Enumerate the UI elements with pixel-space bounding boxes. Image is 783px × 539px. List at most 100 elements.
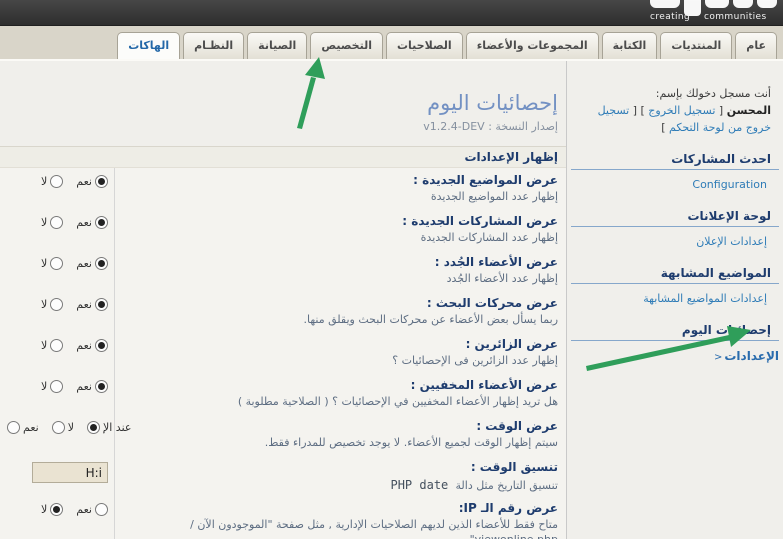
radio-selected-icon[interactable] [95,175,108,188]
setting-text-cell: عرض الأعضاء المخفيين : هل تريد إظهار الأ… [115,373,566,414]
tab-label: الصلاحيات [397,39,452,52]
radio-label: لا [41,503,47,516]
radio-icon[interactable] [50,257,63,270]
radio-option[interactable]: عند الإ [87,421,131,434]
panel-header: إظهار الإعدادات [0,147,566,168]
radio-selected-icon[interactable] [95,298,108,311]
setting-desc: سيتم إظهار الوقت لجميع الأعضاء. لا يوجد … [127,436,558,451]
radio-option[interactable]: نعم [76,175,108,188]
bracket: ] [661,121,665,134]
radio-option[interactable]: نعم [76,339,108,352]
sidebar-section-links: إعدادات الإعلان [567,232,783,250]
sidebar-section-title: احدث المشاركات [571,152,779,170]
setting-row-show-ip: عرض رقم الـ IP: متاح فقط للأعضاء الذين ل… [0,496,566,539]
radio-option[interactable]: لا [41,339,63,352]
bracket: [ [633,104,637,117]
radio-option[interactable]: نعم [76,298,108,311]
setting-desc: إظهار عدد المواضيع الجديدة [127,190,558,205]
setting-text-cell: عرض المشاركات الجديدة : إظهار عدد المشار… [115,209,566,250]
radio-selected-icon[interactable] [50,503,63,516]
radio-option[interactable]: لا [41,503,63,516]
sidebar-section-today-statistics: إحصائيات اليوم الإعدادات< [567,323,783,365]
setting-text-cell: عرض محركات البحث : ربما يسأل بعض الأعضاء… [115,291,566,332]
radio-icon[interactable] [95,503,108,516]
radio-selected-icon[interactable] [95,257,108,270]
logout-link[interactable]: تسجيل الخروج [648,104,715,117]
tab-label: الكتابة [613,39,647,52]
sidebar-item-today-statistics: الإعدادات< [567,346,783,365]
radio-icon[interactable] [7,421,20,434]
radio-option[interactable]: نعم [76,503,108,516]
tab-permissions[interactable]: الصلاحيات [386,32,463,59]
setting-text-cell: عرض الزائرين : إظهار عدد الزائرين فى الإ… [115,332,566,373]
setting-label: عرض المواضيع الجديدة : [127,173,558,187]
setting-label: عرض محركات البحث : [127,296,558,310]
sidebar: أنت مسجل دخولك بإسم: المحسن [ تسجيل الخر… [566,61,783,539]
setting-text-cell: عرض الأعضاء الجُدد : إظهار عدد الأعضاء ا… [115,250,566,291]
radio-icon[interactable] [50,339,63,352]
tab-label: النظـام [194,39,233,52]
setting-control-cell: لا نعم [0,332,115,373]
setting-text-cell: عرض المواضيع الجديدة : إظهار عدد المواضي… [115,168,566,209]
setting-control-cell: لا نعم [0,291,115,332]
link-settings[interactable]: الإعدادات [724,349,779,363]
sidebar-section-links: Configuration [567,175,783,193]
logo-shape [650,0,680,8]
top-bar: creating communities [0,0,783,26]
setting-label: عرض الأعضاء المخفيين : [127,378,558,392]
setting-control-cell: لا نعم [0,168,115,209]
tab-label: المجموعات والأعضاء [477,39,588,52]
radio-selected-icon[interactable] [95,380,108,393]
radio-option[interactable]: لا [41,380,63,393]
logo-shape [757,0,777,8]
setting-label: عرض الزائرين : [127,337,558,351]
setting-desc: تنسيق التاريخ مثل دالة PHP date [127,477,558,494]
link-announcement-settings[interactable]: إعدادات الإعلان [696,235,767,248]
tab-groups-members[interactable]: المجموعات والأعضاء [466,32,599,59]
radio-option[interactable]: نعم [76,216,108,229]
page-title: إحصائيات اليوم [0,91,558,115]
radio-option[interactable]: لا [41,216,63,229]
setting-label: عرض رقم الـ IP: [127,501,558,515]
tab-customization[interactable]: التخصيص [310,32,383,59]
radio-label: لا [41,175,47,188]
radio-icon[interactable] [50,175,63,188]
sidebar-section-similar-topics: المواضيع المشابهة إعدادات المواضيع المشا… [567,266,783,307]
radio-option[interactable]: لا [41,298,63,311]
tab-maintenance[interactable]: الصيانة [247,32,307,59]
radio-option[interactable]: نعم [76,257,108,270]
tab-general[interactable]: عام [735,32,777,59]
tab-forums[interactable]: المنتديات [660,32,732,59]
radio-label: نعم [76,339,92,352]
php-date-code: PHP date [390,478,455,492]
link-similar-topics-settings[interactable]: إعدادات المواضيع المشابهة [643,292,767,305]
login-line: المحسن [ تسجيل الخروج ] [ تسجيل خروج من … [575,102,771,136]
radio-option[interactable]: نعم [7,421,39,434]
tab-system[interactable]: النظـام [183,32,244,59]
tab-hacks[interactable]: الهاكات [117,32,180,59]
setting-text-cell: تنسيق الوقت : تنسيق التاريخ مثل دالة PHP… [115,455,566,496]
setting-text-cell: عرض الوقت : سيتم إظهار الوقت لجميع الأعض… [115,414,566,455]
radio-icon[interactable] [50,380,63,393]
link-configuration[interactable]: Configuration [692,178,767,191]
setting-desc: ربما يسأل بعض الأعضاء عن محركات البحث وي… [127,313,558,328]
radio-option[interactable]: نعم [76,380,108,393]
logo-slogan-word: communities [704,12,767,22]
radio-icon[interactable] [52,421,65,434]
radio-icon[interactable] [50,298,63,311]
logo-slogan-word: creating [650,12,690,22]
radio-option[interactable]: لا [52,421,74,434]
radio-label: عند الإ [103,421,131,434]
radio-label: لا [41,216,47,229]
setting-label: عرض الأعضاء الجُدد : [127,255,558,269]
radio-option[interactable]: لا [41,257,63,270]
radio-option[interactable]: لا [41,175,63,188]
tab-label: عام [746,39,766,52]
radio-selected-icon[interactable] [95,216,108,229]
setting-row-show-new-members: عرض الأعضاء الجُدد : إظهار عدد الأعضاء ا… [0,250,566,291]
tab-writing[interactable]: الكتابة [602,32,658,59]
radio-selected-icon[interactable] [87,421,100,434]
time-format-input[interactable] [32,462,108,483]
radio-icon[interactable] [50,216,63,229]
radio-selected-icon[interactable] [95,339,108,352]
